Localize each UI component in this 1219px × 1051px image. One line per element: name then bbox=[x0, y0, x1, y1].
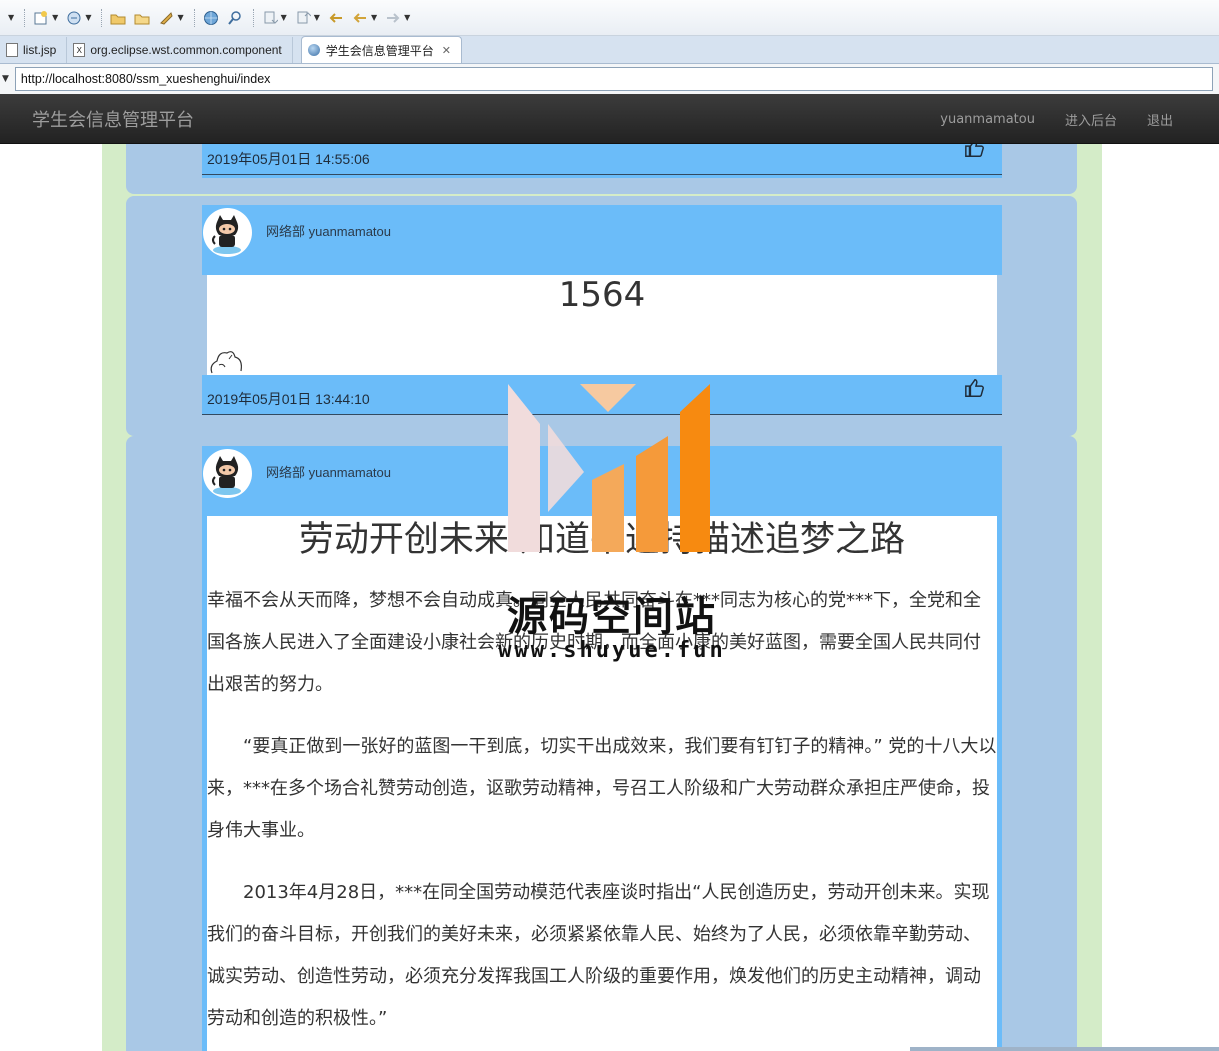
address-bar: ▼ bbox=[0, 64, 1219, 94]
eclipse-toolbar: ▼ ▼ ▼ ▼ ▼ ▼ ▼ ▼ bbox=[0, 0, 1219, 36]
open-type-button[interactable] bbox=[107, 7, 129, 29]
globe-icon bbox=[307, 44, 320, 56]
post-date: 2019年05月01日 14:55:06 bbox=[207, 151, 370, 167]
post-title: 劳动开创未来 知道平述持描述追梦之路 bbox=[298, 520, 906, 560]
annotation-up-icon bbox=[295, 10, 311, 26]
toolbar-separator bbox=[24, 8, 26, 27]
run-icon bbox=[158, 10, 174, 26]
tab-label: list.jsp bbox=[23, 43, 57, 57]
open-resource-button[interactable] bbox=[131, 7, 153, 29]
new-wizard-button[interactable]: ▼ bbox=[30, 7, 61, 29]
new-icon bbox=[33, 10, 49, 26]
tab-label: org.eclipse.wst.common.component bbox=[90, 43, 282, 57]
debug-icon bbox=[66, 10, 82, 26]
search-icon bbox=[227, 10, 243, 26]
post-paragraph: “要真正做到一张好的蓝图一干到底，切实干出成效来，我们要有钉钉子的精神。” 党的… bbox=[207, 736, 997, 841]
back-icon bbox=[352, 10, 368, 26]
open-icon bbox=[110, 10, 126, 26]
horizontal-scrollbar[interactable] bbox=[910, 1047, 1219, 1051]
jsp-file-icon bbox=[6, 43, 18, 57]
toolbar-separator bbox=[193, 8, 195, 27]
back-button[interactable]: ▼ bbox=[349, 7, 380, 29]
page-content: 2019年05月01日 14:55:06 网络部 yuanmamatou 156… bbox=[0, 144, 1219, 1051]
web-browser-button[interactable] bbox=[200, 7, 222, 29]
tab-component-file[interactable]: X org.eclipse.wst.common.component bbox=[67, 37, 293, 63]
toolbar-separator bbox=[101, 8, 103, 27]
sketch-image bbox=[210, 351, 242, 374]
tab-list-jsp[interactable]: list.jsp bbox=[0, 37, 68, 63]
url-input[interactable] bbox=[14, 67, 1213, 91]
post-author[interactable]: 网络部 yuanmamatou bbox=[266, 462, 391, 481]
post-paragraph: 2013年4月28日，***在同全国劳动模范代表座谈时指出“人民创造历史，劳动开… bbox=[207, 882, 990, 1029]
post-body: 劳动开创未来 知道平述持描述追梦之路 幸福不会从天而降，梦想不会自动成真。同全人… bbox=[207, 516, 997, 1051]
last-edit-icon bbox=[328, 10, 344, 26]
prev-annotation-button[interactable]: ▼ bbox=[292, 7, 323, 29]
run-button[interactable]: ▼ bbox=[155, 7, 186, 29]
forward-button[interactable]: ▼ bbox=[382, 7, 413, 29]
editor-tab-bar: list.jsp X org.eclipse.wst.common.compon… bbox=[0, 36, 1219, 64]
xml-file-icon: X bbox=[73, 43, 86, 57]
folder-icon bbox=[134, 10, 150, 26]
debug-button[interactable]: ▼ bbox=[63, 7, 94, 29]
forward-icon bbox=[385, 10, 401, 26]
post-author[interactable]: 网络部 yuanmamatou bbox=[266, 221, 391, 240]
toolbar-dropdown-arrow[interactable]: ▼ bbox=[2, 7, 17, 29]
post-author-row: 网络部 yuanmamatou bbox=[202, 205, 1002, 275]
address-dropdown-icon[interactable]: ▼ bbox=[2, 74, 9, 84]
next-annotation-button[interactable]: ▼ bbox=[259, 7, 290, 29]
nav-logout-link[interactable]: 退出 bbox=[1147, 110, 1173, 129]
nav-admin-link[interactable]: 进入后台 bbox=[1065, 110, 1117, 129]
nav-links: yuanmamatou 进入后台 退出 bbox=[910, 94, 1173, 144]
post-title: 1564 bbox=[558, 275, 646, 315]
avatar[interactable] bbox=[203, 449, 252, 498]
post-date: 2019年05月01日 13:44:10 bbox=[207, 391, 370, 407]
avatar[interactable] bbox=[203, 208, 252, 257]
toolbar-separator bbox=[252, 8, 254, 27]
search-button[interactable] bbox=[224, 7, 246, 29]
post-paragraph: 幸福不会从天而降，梦想不会自动成真。同全人民共同奋斗在***同志为核心的党***… bbox=[207, 590, 981, 695]
site-brand[interactable]: 学生会信息管理平台 bbox=[32, 106, 194, 132]
post-footer: 2019年05月01日 13:44:10 bbox=[202, 375, 1002, 415]
post-body: 1564 bbox=[207, 275, 997, 375]
globe-icon bbox=[203, 10, 219, 26]
annotation-down-icon bbox=[262, 10, 278, 26]
tab-label: 学生会信息管理平台 bbox=[325, 43, 434, 58]
like-icon[interactable] bbox=[964, 377, 986, 399]
post-footer: 2019年05月01日 14:55:06 bbox=[202, 144, 1002, 175]
post-author-row: 网络部 yuanmamatou bbox=[202, 446, 1002, 516]
site-navbar: 学生会信息管理平台 yuanmamatou 进入后台 退出 bbox=[0, 94, 1219, 144]
nav-user-link[interactable]: yuanmamatou bbox=[940, 112, 1035, 127]
last-edit-button[interactable] bbox=[325, 7, 347, 29]
like-icon[interactable] bbox=[964, 144, 986, 159]
close-icon[interactable]: ✕ bbox=[442, 44, 451, 57]
tab-browser[interactable]: 学生会信息管理平台 ✕ bbox=[300, 36, 462, 63]
